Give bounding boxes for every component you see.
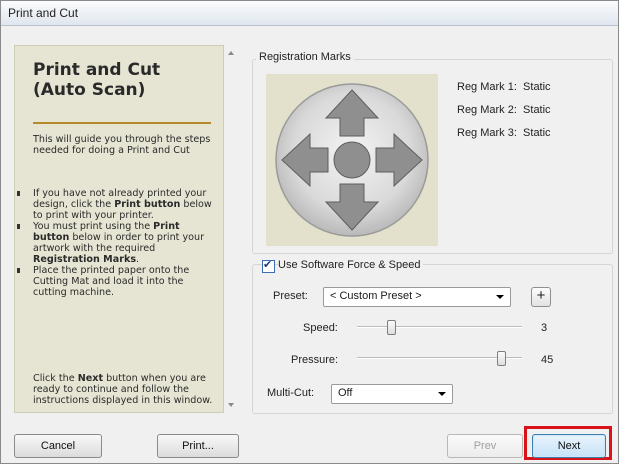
help-bullets: If you have not already printed your des… — [15, 188, 215, 298]
reg-mark-3: Reg Mark 3: Static — [457, 127, 551, 139]
title-bar: Print and Cut — [1, 1, 618, 26]
speed-track — [357, 326, 522, 328]
speed-value: 3 — [541, 322, 548, 334]
help-scrollbar[interactable] — [225, 45, 239, 413]
center-button-icon — [333, 141, 371, 179]
registration-marks-title: Registration Marks — [256, 51, 354, 63]
help-outro: Click the Next button when you are ready… — [33, 373, 213, 406]
help-heading: Print and Cut (Auto Scan) — [33, 60, 223, 100]
use-software-label: Use Software Force & Speed — [278, 259, 424, 271]
pressure-label: Pressure: — [291, 354, 339, 366]
speed-slider[interactable] — [357, 319, 522, 335]
add-preset-button[interactable]: + — [531, 287, 551, 307]
direction-pad — [266, 74, 438, 246]
preset-dropdown[interactable]: < Custom Preset > — [323, 287, 511, 307]
scroll-up-icon[interactable] — [228, 51, 234, 55]
cancel-button[interactable]: Cancel — [14, 434, 102, 458]
speed-label: Speed: — [303, 322, 338, 334]
preset-label: Preset: — [273, 290, 308, 302]
use-software-checkbox[interactable] — [262, 258, 275, 273]
multicut-value: Off — [338, 387, 353, 399]
prev-button[interactable]: Prev — [447, 434, 523, 458]
preset-value: < Custom Preset > — [330, 290, 422, 302]
help-bullet-2: You must print using the Print button be… — [15, 221, 215, 265]
chevron-down-icon — [438, 392, 446, 396]
pressure-value: 45 — [541, 354, 554, 366]
print-and-cut-dialog: Print and Cut Print and Cut (Auto Scan) … — [0, 0, 619, 464]
window-title: Print and Cut — [8, 6, 79, 20]
help-panel: Print and Cut (Auto Scan) This will guid… — [14, 45, 224, 413]
pressure-thumb[interactable] — [497, 351, 506, 366]
help-bullet-1: If you have not already printed your des… — [15, 188, 215, 221]
speed-thumb[interactable] — [387, 320, 396, 335]
help-bullet-3: Place the printed paper onto the Cutting… — [15, 265, 215, 298]
pressure-slider[interactable] — [357, 350, 522, 366]
reg-mark-1: Reg Mark 1: Static — [457, 81, 551, 93]
multicut-label: Multi-Cut: — [267, 387, 315, 399]
help-intro: This will guide you through the steps ne… — [33, 134, 211, 156]
reg-mark-2: Reg Mark 2: Static — [457, 104, 551, 116]
chevron-down-icon — [496, 295, 504, 299]
print-button[interactable]: Print... — [157, 434, 239, 458]
help-heading-line1: Print and Cut — [33, 60, 161, 80]
heading-divider — [33, 122, 211, 124]
multicut-dropdown[interactable]: Off — [331, 384, 453, 404]
next-button[interactable]: Next — [532, 434, 606, 458]
help-heading-line2: (Auto Scan) — [33, 80, 146, 100]
scroll-down-icon[interactable] — [228, 403, 234, 407]
